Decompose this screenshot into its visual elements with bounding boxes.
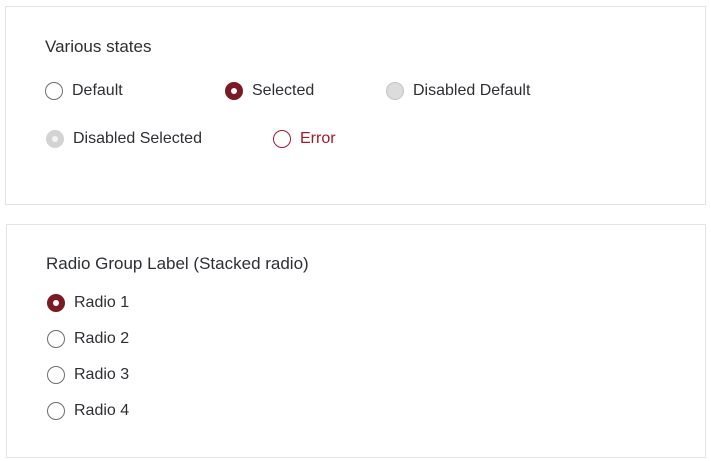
radio-1-label: Radio 1 [74, 294, 130, 311]
radio-default-label: Default [72, 82, 123, 99]
radio-group-card: Radio Group Label (Stacked radio) Radio … [6, 224, 706, 458]
radio-disabled-selected-label: Disabled Selected [73, 130, 202, 147]
radio-2-circle-icon[interactable] [47, 330, 65, 348]
radio-error[interactable]: Error [273, 128, 336, 150]
radio-error-label: Error [300, 130, 336, 147]
radio-disabled-default-circle-icon [386, 82, 404, 100]
radio-3-label: Radio 3 [74, 366, 130, 383]
radio-3-circle-icon[interactable] [47, 366, 65, 384]
radio-default[interactable]: Default [45, 80, 123, 102]
radio-1-circle-icon[interactable] [47, 294, 65, 312]
radio-disabled-default: Disabled Default [386, 80, 530, 102]
radio-3[interactable]: Radio 3 [47, 364, 129, 386]
radio-4[interactable]: Radio 4 [47, 400, 129, 422]
radio-disabled-selected-circle-icon [46, 130, 64, 148]
radio-2[interactable]: Radio 2 [47, 328, 129, 350]
radio-disabled-selected: Disabled Selected [46, 128, 202, 150]
radio-group-label: Radio Group Label (Stacked radio) [46, 254, 309, 273]
radio-default-circle-icon[interactable] [45, 82, 63, 100]
radio-selected-label: Selected [252, 82, 315, 99]
radio-error-circle-icon[interactable] [273, 130, 291, 148]
radio-4-circle-icon[interactable] [47, 402, 65, 420]
radio-disabled-default-label: Disabled Default [413, 82, 531, 99]
radio-4-label: Radio 4 [74, 402, 130, 419]
radio-selected[interactable]: Selected [225, 80, 314, 102]
radio-2-label: Radio 2 [74, 330, 130, 347]
states-section-title: Various states [45, 37, 152, 56]
radio-1[interactable]: Radio 1 [47, 292, 129, 314]
states-card: Various states Default Selected Disabled… [5, 6, 706, 205]
radio-selected-circle-icon[interactable] [225, 82, 243, 100]
